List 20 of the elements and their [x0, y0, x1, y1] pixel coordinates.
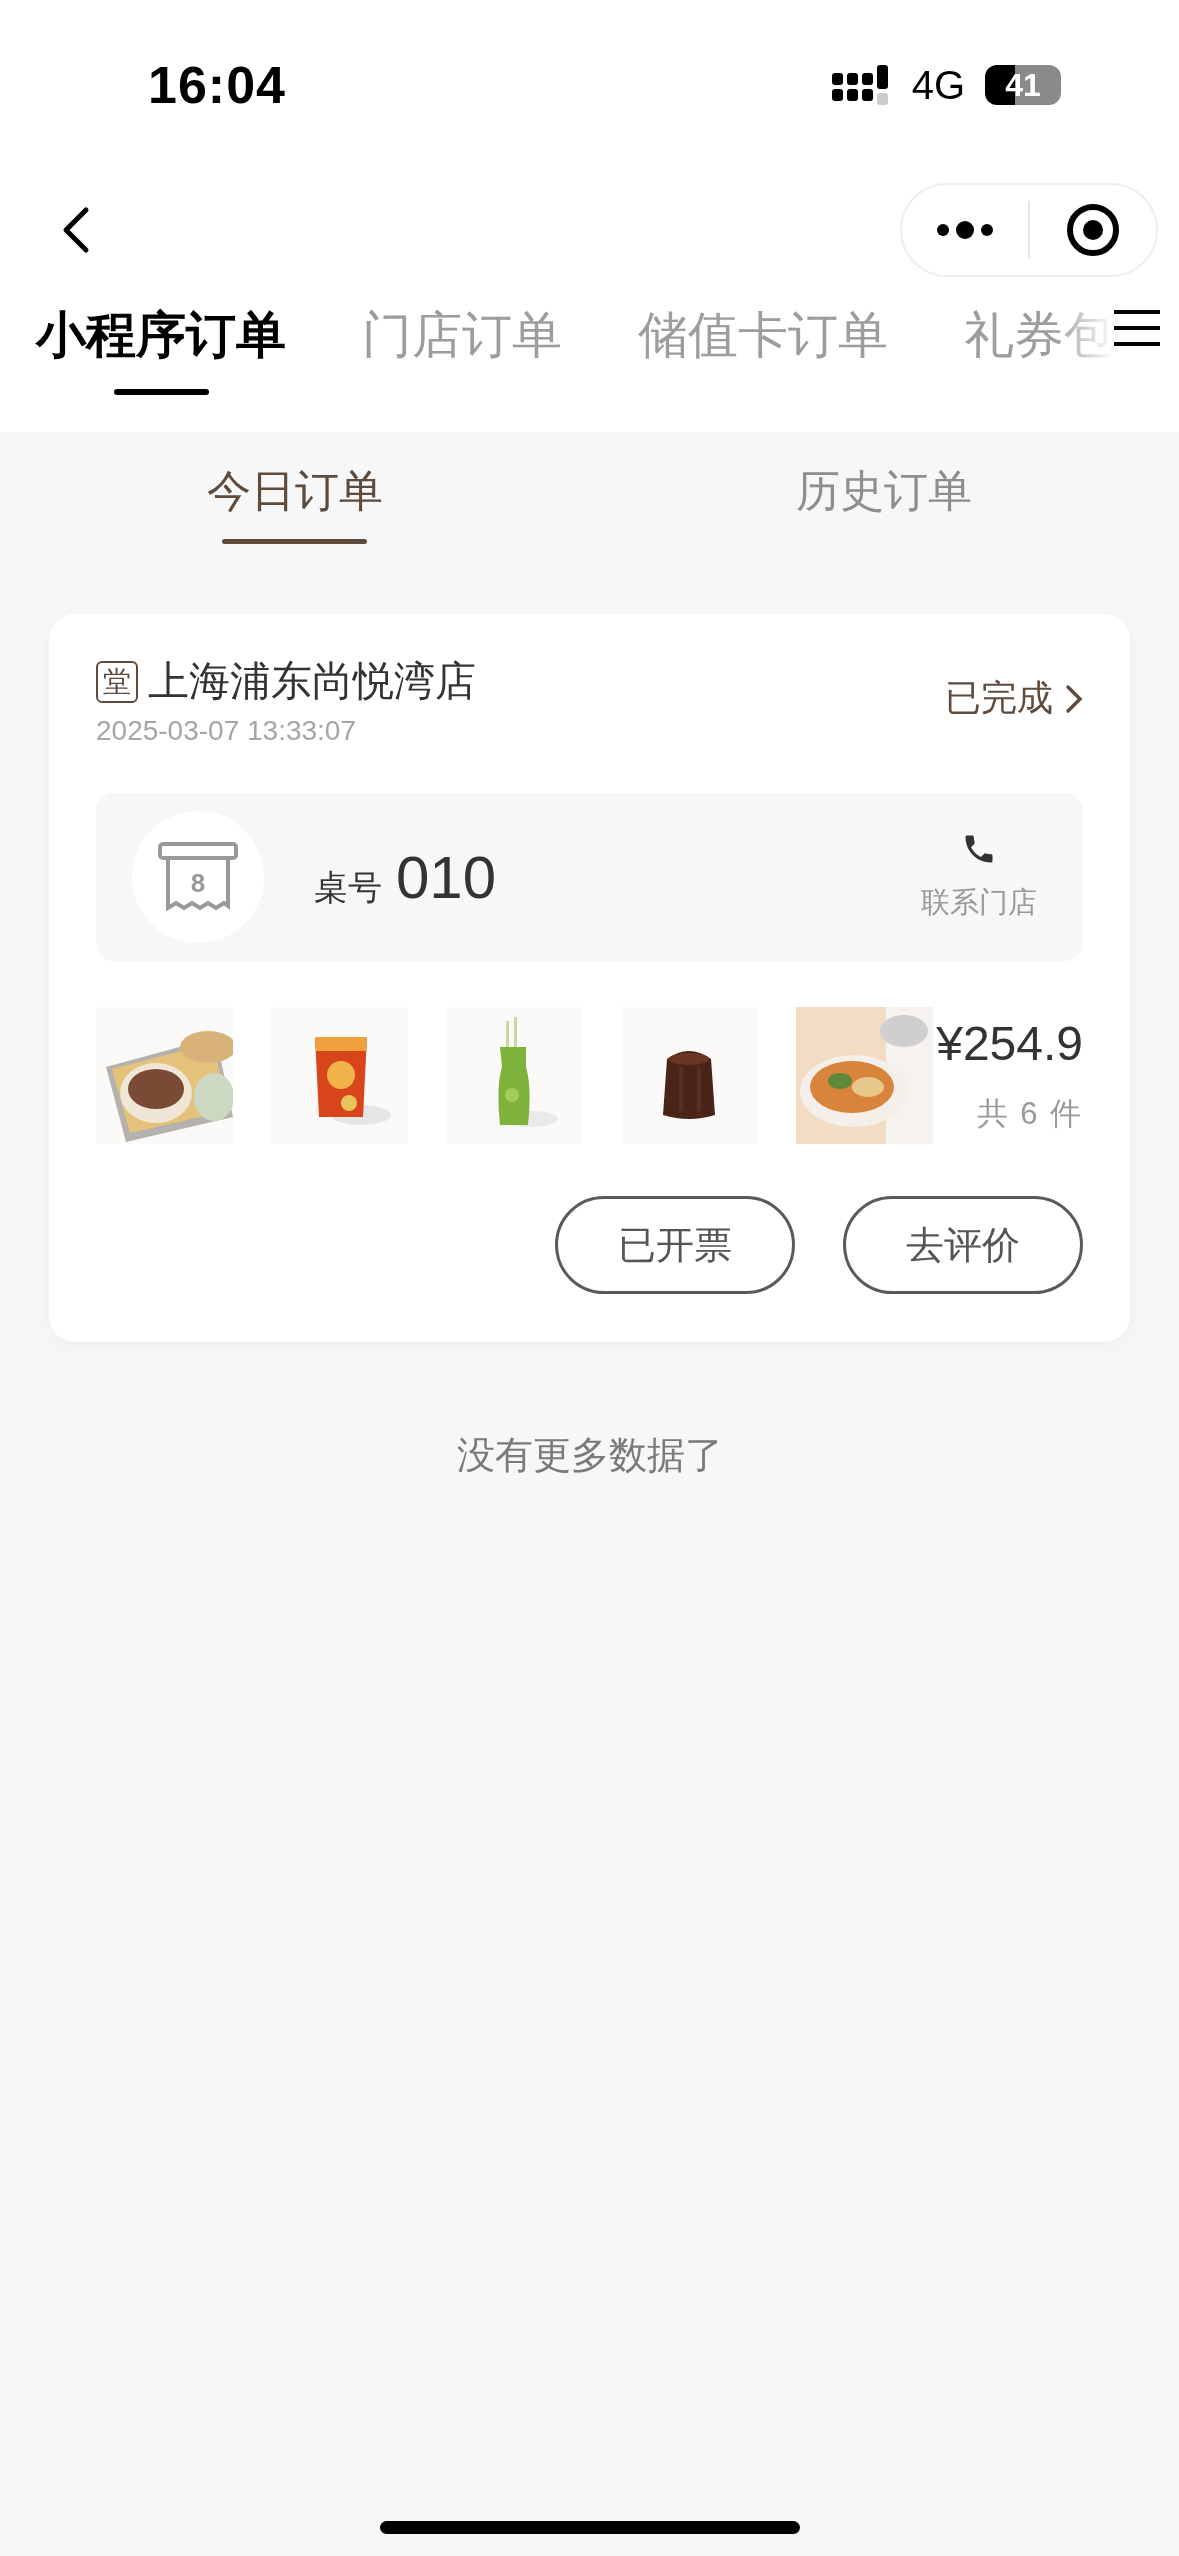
order-action-button[interactable]: 已开票 [555, 1196, 795, 1294]
order-action-button[interactable]: 去评价 [843, 1196, 1083, 1294]
table-number: 010 [396, 842, 497, 912]
menu-icon [1114, 310, 1160, 346]
date-tab[interactable]: 今日订单 [0, 462, 590, 562]
item-count: 共 6 件 [976, 1095, 1083, 1133]
order-time: 2025-03-07 13:33:07 [96, 715, 357, 747]
store-name: 上海浦东尚悦湾店 [148, 657, 476, 706]
dine-in-badge: 堂 [96, 660, 138, 703]
menu-button[interactable] [1114, 310, 1160, 346]
order-status-link[interactable]: 已完成 [945, 674, 1083, 723]
status-time: 16:04 [148, 55, 286, 115]
order-tab[interactable]: 小程序订单 [36, 302, 286, 395]
target-icon [1065, 202, 1121, 258]
order-total: ¥254.9 [936, 1016, 1083, 1071]
network-type: 4G [911, 62, 965, 108]
end-of-list-note: 没有更多数据了 [456, 1433, 723, 1478]
more-icon [935, 220, 995, 240]
chevron-right-icon [1065, 683, 1083, 714]
table-label: 桌号 [314, 867, 382, 908]
